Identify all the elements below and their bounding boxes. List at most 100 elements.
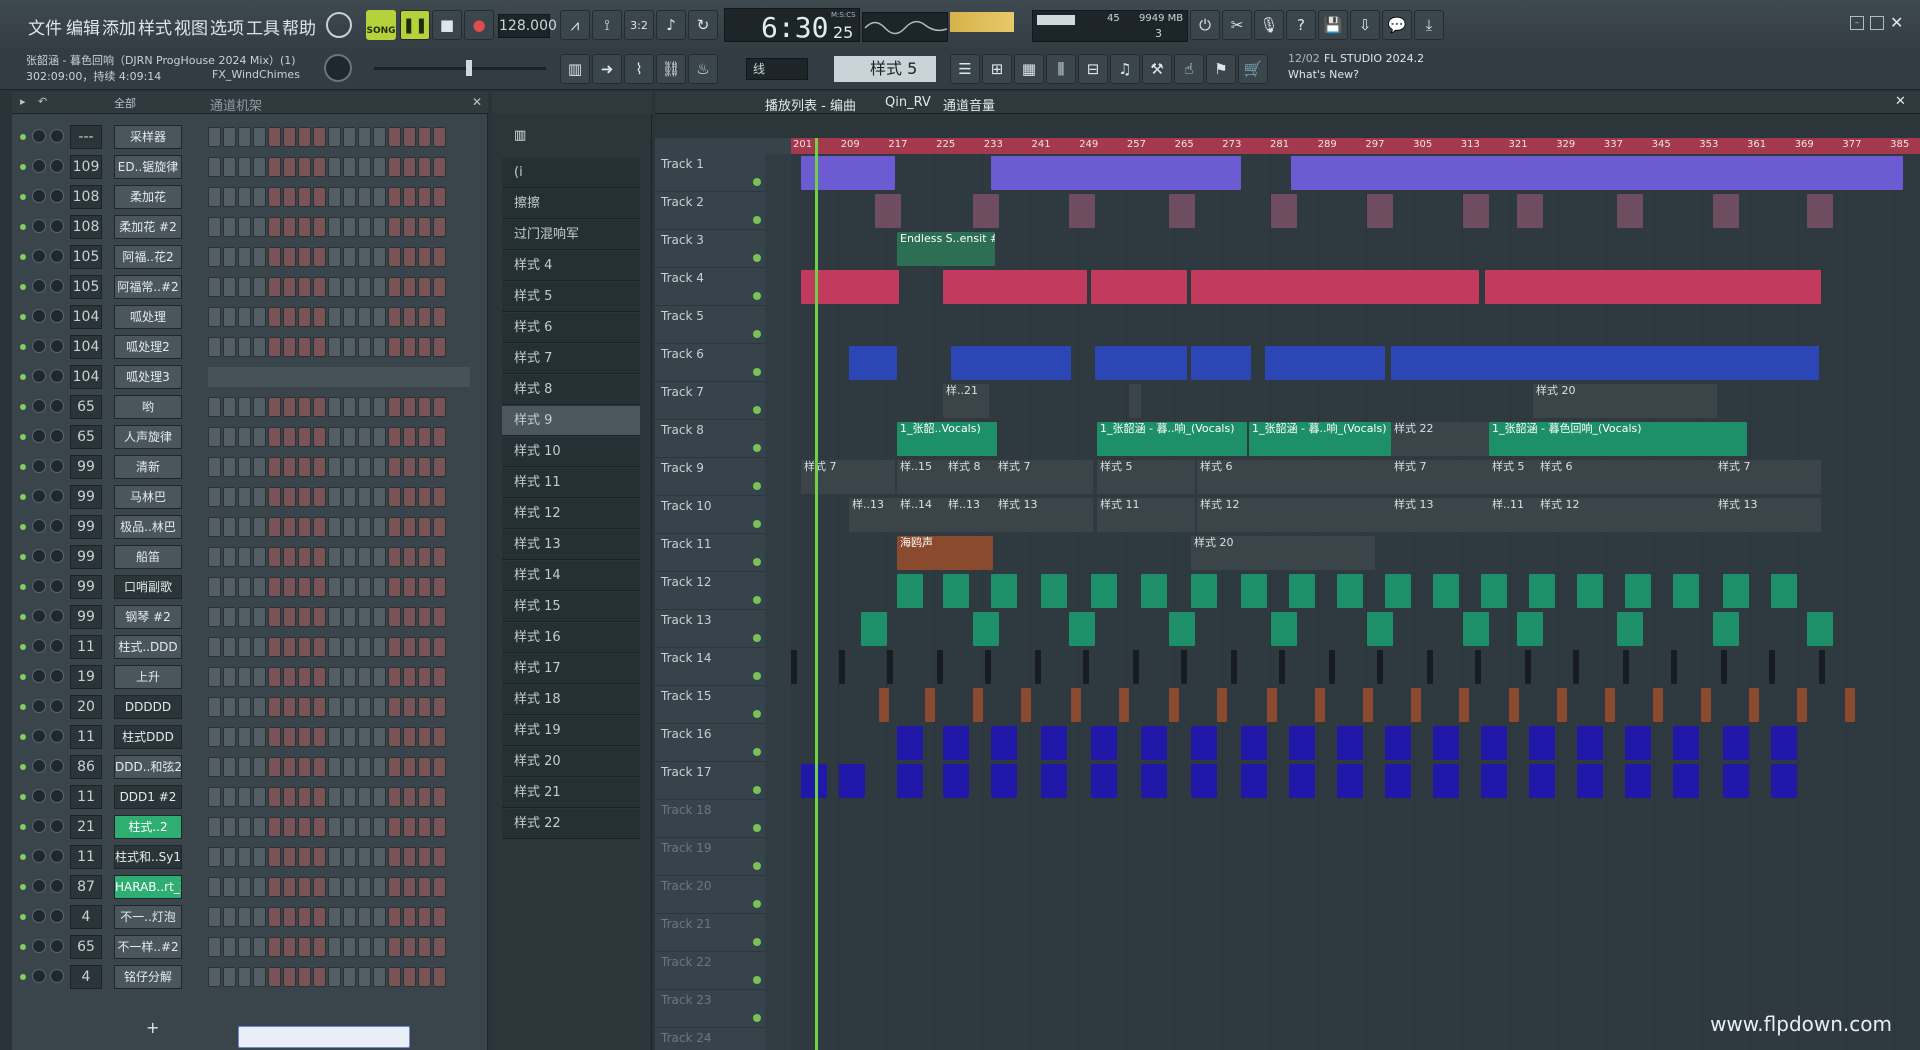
channel-led[interactable] xyxy=(20,704,26,710)
step-button[interactable] xyxy=(358,937,371,957)
playlist-clip[interactable] xyxy=(1721,650,1727,684)
channel-mixer-track[interactable]: 11 xyxy=(70,845,102,869)
step-button[interactable] xyxy=(418,217,431,237)
track-header[interactable]: Track 5 xyxy=(655,306,765,344)
step-button[interactable] xyxy=(313,397,326,417)
step-button[interactable] xyxy=(343,817,356,837)
step-button[interactable] xyxy=(358,127,371,147)
playlist-clip[interactable] xyxy=(1279,650,1285,684)
track-enable-led[interactable] xyxy=(753,900,761,908)
step-button[interactable] xyxy=(283,877,296,897)
channel-pan-knob[interactable] xyxy=(32,369,46,383)
channel-name-button[interactable]: 柱式..DDD xyxy=(114,635,182,659)
playlist-clip[interactable] xyxy=(897,726,923,760)
track-enable-led[interactable] xyxy=(753,520,761,528)
playlist-clip[interactable]: 样..14 xyxy=(897,498,945,532)
step-button[interactable] xyxy=(373,607,386,627)
step-button[interactable] xyxy=(418,397,431,417)
channel-row[interactable]: 86 DDD..和弦2 xyxy=(12,752,488,782)
playlist-clip[interactable] xyxy=(1363,688,1373,722)
step-button[interactable] xyxy=(208,217,221,237)
step-button[interactable] xyxy=(283,427,296,447)
step-button[interactable] xyxy=(298,397,311,417)
step-button[interactable] xyxy=(208,127,221,147)
step-button[interactable] xyxy=(373,667,386,687)
playlist-clip[interactable] xyxy=(1095,346,1187,380)
channel-pan-knob[interactable] xyxy=(32,879,46,893)
track-header[interactable]: Track 12 xyxy=(655,572,765,610)
step-button[interactable] xyxy=(223,517,236,537)
step-button[interactable] xyxy=(223,727,236,747)
channel-volume-knob[interactable] xyxy=(50,399,64,413)
step-button[interactable] xyxy=(313,817,326,837)
playlist-clip[interactable] xyxy=(1241,726,1267,760)
track-header[interactable]: Track 18 xyxy=(655,800,765,838)
track-header[interactable]: Track 23 xyxy=(655,990,765,1028)
step-button[interactable] xyxy=(223,877,236,897)
track-header[interactable]: Track 13 xyxy=(655,610,765,648)
step-button[interactable] xyxy=(328,637,341,657)
step-button[interactable] xyxy=(253,337,266,357)
song-mode-toggle[interactable]: SONG xyxy=(366,10,396,40)
step-button[interactable] xyxy=(343,487,356,507)
step-button[interactable] xyxy=(388,967,401,987)
track-enable-led[interactable] xyxy=(753,406,761,414)
step-button[interactable] xyxy=(268,817,281,837)
step-button[interactable] xyxy=(328,397,341,417)
step-button[interactable] xyxy=(433,397,446,417)
pattern-item[interactable]: 样式 13 xyxy=(502,530,640,560)
step-button[interactable] xyxy=(238,157,251,177)
step-button[interactable] xyxy=(388,487,401,507)
playlist-clip[interactable]: 样式 13 xyxy=(1715,498,1821,532)
playlist-clip[interactable] xyxy=(1673,726,1699,760)
step-button[interactable] xyxy=(268,577,281,597)
playlist-clip[interactable] xyxy=(1433,726,1459,760)
channel-mixer-track[interactable]: 105 xyxy=(70,275,102,299)
menu-options[interactable]: 选项 xyxy=(210,14,244,39)
playlist-clip[interactable] xyxy=(1749,688,1759,722)
step-button[interactable] xyxy=(373,697,386,717)
step-button[interactable] xyxy=(298,247,311,267)
step-button[interactable] xyxy=(253,577,266,597)
playlist-clip[interactable] xyxy=(1337,574,1363,608)
step-button[interactable] xyxy=(253,667,266,687)
channel-pan-knob[interactable] xyxy=(32,219,46,233)
step-button[interactable] xyxy=(403,697,416,717)
step-button[interactable] xyxy=(328,577,341,597)
step-button[interactable] xyxy=(328,247,341,267)
step-button[interactable] xyxy=(343,127,356,147)
track-enable-led[interactable] xyxy=(753,862,761,870)
step-button[interactable] xyxy=(298,847,311,867)
step-button[interactable] xyxy=(433,607,446,627)
channel-led[interactable] xyxy=(20,974,26,980)
tools-icon[interactable]: ⚒ xyxy=(1142,54,1172,84)
step-button[interactable] xyxy=(358,457,371,477)
menu-tools[interactable]: 工具 xyxy=(246,14,280,39)
channel-pan-knob[interactable] xyxy=(32,519,46,533)
step-button[interactable] xyxy=(253,757,266,777)
step-button[interactable] xyxy=(223,787,236,807)
step-button[interactable] xyxy=(388,937,401,957)
step-button[interactable] xyxy=(343,427,356,447)
playlist-close-icon[interactable]: ✕ xyxy=(1895,94,1906,109)
track-header[interactable]: Track 6 xyxy=(655,344,765,382)
channel-volume-knob[interactable] xyxy=(50,609,64,623)
channel-name-button[interactable]: 铭仔分解 xyxy=(114,965,182,989)
playlist-clip[interactable] xyxy=(1797,688,1807,722)
channel-row[interactable]: 11 DDD1 #2 xyxy=(12,782,488,812)
channel-mixer-track[interactable]: 19 xyxy=(70,665,102,689)
channel-volume-knob[interactable] xyxy=(50,549,64,563)
plugin-icon[interactable]: ♫ xyxy=(1110,54,1140,84)
step-button[interactable] xyxy=(298,217,311,237)
channel-volume-knob[interactable] xyxy=(50,879,64,893)
close-window-icon[interactable]: ✕ xyxy=(1890,13,1903,32)
step-button[interactable] xyxy=(313,637,326,657)
step-button[interactable] xyxy=(238,547,251,567)
step-button[interactable] xyxy=(208,607,221,627)
menu-file[interactable]: 文件 xyxy=(28,14,62,39)
channel-volume-knob[interactable] xyxy=(50,639,64,653)
step-button[interactable] xyxy=(253,307,266,327)
channel-pan-knob[interactable] xyxy=(32,459,46,473)
playlist-clip[interactable] xyxy=(1091,270,1187,304)
step-button[interactable] xyxy=(238,487,251,507)
